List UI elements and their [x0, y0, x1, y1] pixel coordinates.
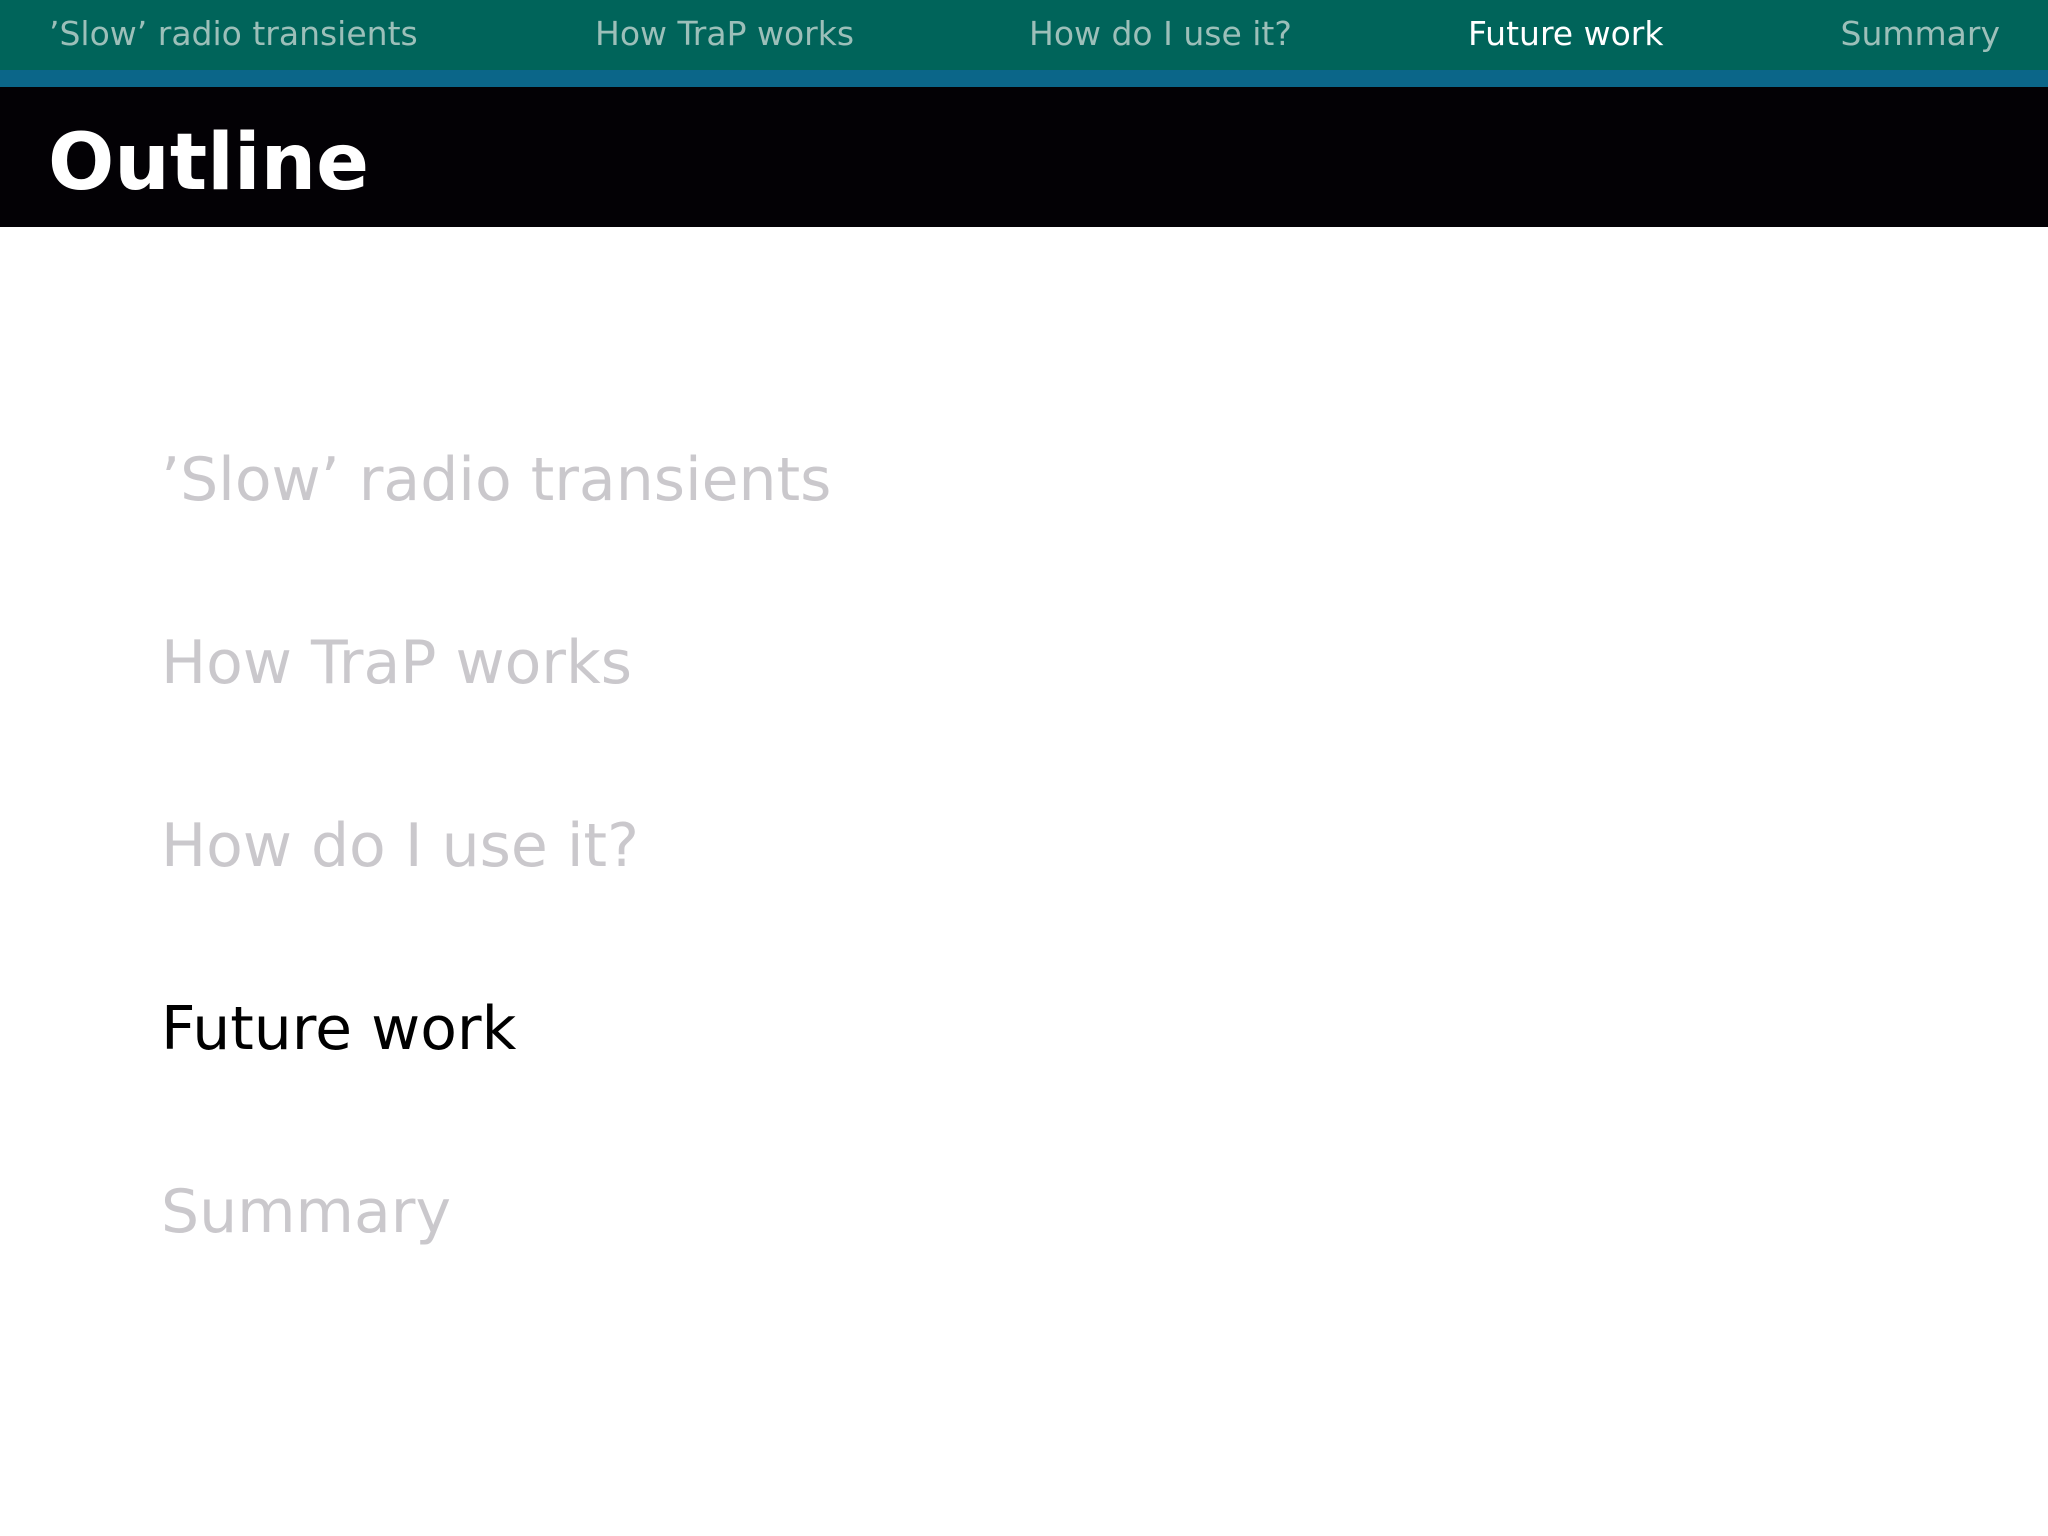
title-bar: Outline [0, 87, 2048, 227]
outline-item-slow-radio-transients[interactable]: ’Slow’ radio transients [161, 440, 831, 623]
slide-title: Outline [48, 118, 370, 208]
outline-item-summary[interactable]: Summary [161, 1172, 831, 1355]
section-navigation-bar: ’Slow’ radio transients How TraP works H… [0, 0, 2048, 70]
outline-item-how-do-i-use-it[interactable]: How do I use it? [161, 806, 831, 989]
nav-item-how-do-i-use-it[interactable]: How do I use it? [1029, 0, 1292, 68]
nav-item-future-work[interactable]: Future work [1468, 0, 1663, 68]
outline-item-future-work[interactable]: Future work [161, 989, 831, 1172]
outline-list: ’Slow’ radio transients How TraP works H… [161, 440, 831, 1355]
nav-item-summary[interactable]: Summary [1841, 0, 2000, 68]
nav-item-slow-radio-transients[interactable]: ’Slow’ radio transients [49, 0, 418, 68]
nav-divider-stripe [0, 70, 2048, 87]
nav-item-how-trap-works[interactable]: How TraP works [595, 0, 854, 68]
outline-item-how-trap-works[interactable]: How TraP works [161, 623, 831, 806]
slide: ’Slow’ radio transients How TraP works H… [0, 0, 2048, 1536]
